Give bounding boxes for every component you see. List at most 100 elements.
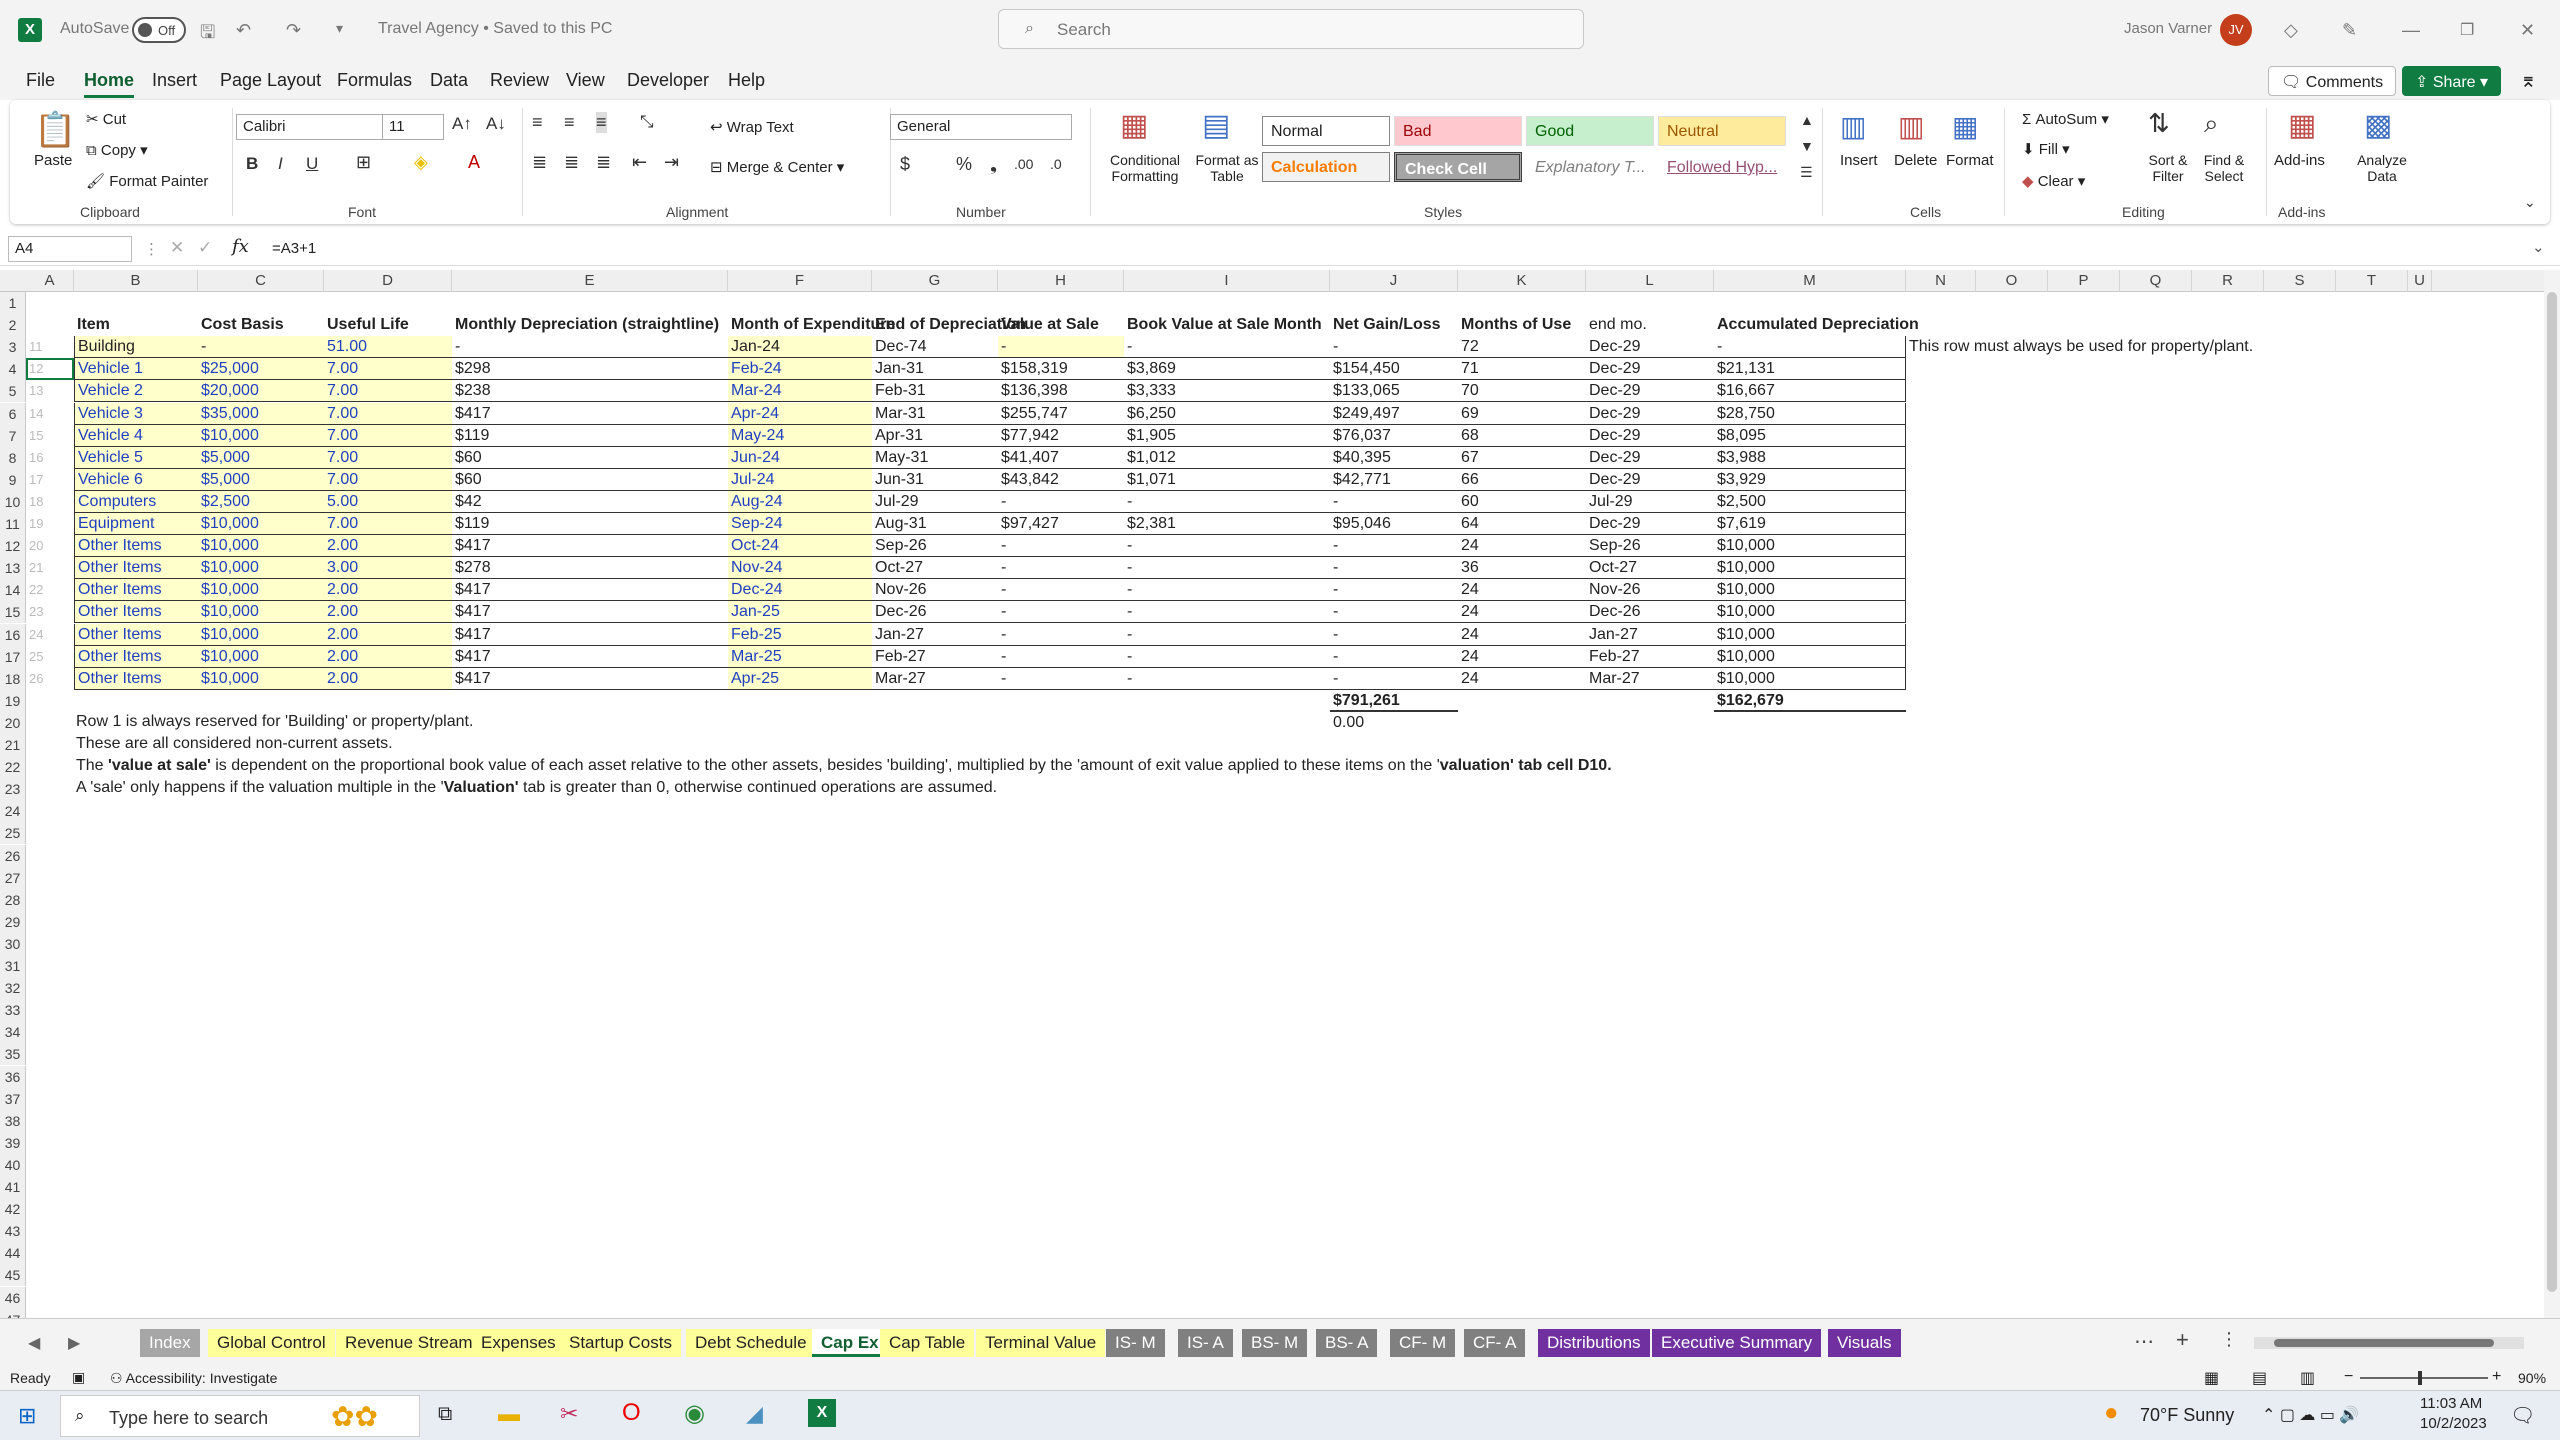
cell-use[interactable]: 71 [1458, 358, 1586, 381]
style-neutral[interactable]: Neutral [1658, 116, 1786, 146]
sheet-tab-global-control[interactable]: Global Control [208, 1329, 335, 1357]
style-explanatory[interactable]: Explanatory T... [1526, 152, 1654, 182]
cell-gain[interactable]: $133,065 [1330, 380, 1458, 403]
cell-sale[interactable]: $97,427 [998, 513, 1124, 535]
sheet-tab-distributions[interactable]: Distributions [1538, 1329, 1650, 1357]
restore-icon[interactable]: ❐ [2460, 20, 2474, 40]
row-header[interactable]: 6 [0, 402, 26, 425]
cell-endmo[interactable]: Mar-27 [1586, 668, 1714, 690]
row-header[interactable]: 20 [0, 711, 26, 734]
note-row-21[interactable]: These are all considered non-current ass… [76, 735, 393, 753]
cell-gain[interactable]: - [1330, 601, 1458, 624]
cell-end[interactable]: May-31 [872, 447, 998, 469]
column-title[interactable]: Item [74, 314, 198, 336]
merge-center-button[interactable]: ⊟ Merge & Center ▾ [710, 158, 844, 176]
menu-home[interactable]: Home [84, 70, 135, 98]
cell-sale[interactable]: $77,942 [998, 425, 1124, 447]
cell-endmo[interactable]: Oct-27 [1586, 557, 1714, 580]
weather-text[interactable]: 70°F Sunny [2140, 1405, 2234, 1426]
sheet-tab-expenses[interactable]: Expenses [472, 1329, 565, 1357]
cell-month[interactable]: Mar-24 [728, 380, 872, 403]
row-header[interactable]: 4 [0, 358, 26, 381]
addins-button[interactable]: Add-ins [2274, 152, 2325, 169]
zoom-slider-thumb[interactable] [2418, 1371, 2422, 1385]
menu-data[interactable]: Data [430, 70, 468, 91]
column-header-n[interactable]: N [1906, 270, 1976, 292]
cell-item[interactable]: Other Items [74, 535, 198, 558]
cell-a[interactable]: 23 [26, 601, 74, 623]
cell-a[interactable]: 17 [26, 469, 74, 491]
row-header[interactable]: 18 [0, 667, 26, 690]
format-cells-icon[interactable]: ▦ [1952, 110, 1978, 143]
formula-input[interactable]: =A3+1 [272, 240, 316, 257]
cell-book[interactable]: $1,071 [1124, 469, 1330, 491]
cell-book[interactable]: - [1124, 601, 1330, 624]
sheet-tab-is-a[interactable]: IS- A [1178, 1329, 1233, 1357]
cell-acc[interactable]: $2,500 [1714, 490, 1906, 513]
taskbar-search[interactable]: ⌕ Type here to search ✿✿ [60, 1395, 420, 1437]
cell-item[interactable]: Vehicle 5 [74, 446, 198, 469]
cell-endmo[interactable]: Dec-29 [1586, 447, 1714, 469]
styles-more-icon[interactable]: ☰ [1800, 164, 1813, 181]
cell-month[interactable]: Dec-24 [728, 579, 872, 602]
cell-book[interactable]: $3,869 [1124, 358, 1330, 381]
share-button[interactable]: ⇪ Share ▾ [2402, 66, 2502, 96]
cell-end[interactable]: Nov-26 [872, 579, 998, 602]
premium-diamond-icon[interactable]: ◇ [2284, 20, 2298, 41]
format-as-table-button[interactable]: Format as Table [1190, 152, 1264, 184]
comma-icon[interactable]: ❟ [990, 154, 997, 175]
row-header[interactable]: 5 [0, 380, 26, 403]
notification-icon[interactable]: 🗨 [2510, 1403, 2535, 1428]
row-header[interactable]: 14 [0, 579, 26, 602]
row-header[interactable]: 22 [0, 756, 26, 779]
align-middle-icon[interactable]: ≡ [564, 112, 575, 133]
paste-icon[interactable]: 📋 [34, 110, 76, 150]
cell-dep[interactable]: $278 [452, 557, 728, 580]
sheet-tab-startup-costs[interactable]: Startup Costs [560, 1329, 681, 1357]
cell-endmo[interactable]: Dec-29 [1586, 358, 1714, 381]
cell-gain[interactable]: $40,395 [1330, 447, 1458, 469]
more-sheets-icon[interactable]: ⋯ [2134, 1329, 2154, 1354]
style-calculation[interactable]: Calculation [1262, 152, 1390, 182]
row-header[interactable]: 15 [0, 601, 26, 624]
menu-formulas[interactable]: Formulas [337, 70, 412, 91]
cell-a[interactable]: 14 [26, 403, 74, 425]
cell-a[interactable]: 15 [26, 425, 74, 447]
accessibility-status[interactable]: ⚇ Accessibility: Investigate [110, 1370, 277, 1387]
cell-dep[interactable]: $417 [452, 668, 728, 690]
cell-acc[interactable]: $3,988 [1714, 446, 1906, 469]
row-header[interactable]: 31 [0, 955, 26, 977]
clear-button[interactable]: ◆ Clear ▾ [2022, 172, 2085, 190]
expand-formula-icon[interactable]: ⌄ [2532, 238, 2545, 256]
collapse-ribbon-icon[interactable]: ⌄ [2524, 194, 2536, 211]
macro-icon[interactable]: ▣ [72, 1369, 85, 1386]
cell-a[interactable]: 13 [26, 380, 74, 402]
style-normal[interactable]: Normal [1262, 116, 1390, 146]
cell-gain[interactable]: - [1330, 668, 1458, 690]
increase-decimal-icon[interactable]: .00 [1014, 156, 1033, 172]
cell-book[interactable]: - [1124, 535, 1330, 558]
cell-a[interactable]: 19 [26, 513, 74, 535]
cell-sale[interactable]: - [998, 491, 1124, 513]
cell-end[interactable]: Mar-27 [872, 668, 998, 690]
cell-sale[interactable]: $43,842 [998, 469, 1124, 491]
column-header-e[interactable]: E [452, 270, 728, 292]
cell-dep[interactable]: $417 [452, 601, 728, 624]
scroll-tabs-left-icon[interactable]: ◀ [28, 1333, 40, 1353]
cell-month[interactable]: May-24 [728, 424, 872, 447]
cell-use[interactable]: 24 [1458, 668, 1586, 690]
cell-item[interactable]: Building [74, 336, 198, 359]
cell-use[interactable]: 72 [1458, 336, 1586, 359]
cell-life[interactable]: 7.00 [324, 402, 452, 425]
cell-item[interactable]: Vehicle 6 [74, 468, 198, 491]
borders-icon[interactable]: ⊞ [356, 152, 371, 173]
cell-end[interactable]: Apr-31 [872, 425, 998, 447]
increase-indent-icon[interactable]: ⇥ [664, 152, 679, 173]
cell-life[interactable]: 7.00 [324, 513, 452, 535]
cell-life[interactable]: 2.00 [324, 579, 452, 602]
redo-icon[interactable]: ↷ [286, 20, 301, 41]
cell-dep[interactable]: $417 [452, 535, 728, 558]
total-gain[interactable]: $791,261 [1330, 690, 1458, 712]
cell-endmo[interactable]: Jul-29 [1586, 491, 1714, 513]
wrap-text-button[interactable]: ↩ Wrap Text [710, 118, 794, 136]
